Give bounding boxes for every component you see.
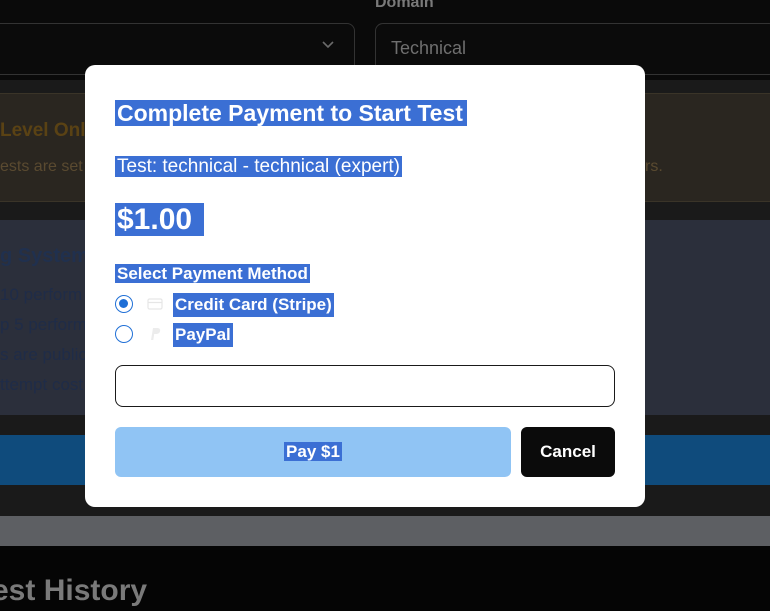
payment-method-label: Select Payment Method bbox=[115, 262, 310, 286]
modal-title: Complete Payment to Start Test bbox=[115, 96, 467, 130]
credit-card-label[interactable]: Credit Card (Stripe) bbox=[173, 293, 334, 317]
paypal-icon bbox=[151, 328, 161, 340]
ranking-line: 10 perform bbox=[0, 285, 83, 304]
ranking-title: g System bbox=[0, 245, 89, 267]
card-details-input[interactable] bbox=[115, 365, 615, 407]
domain-label: Domain bbox=[375, 0, 434, 11]
price-text: $1.00 bbox=[115, 203, 205, 236]
credit-card-icon bbox=[147, 298, 163, 310]
ranking-line: s are public bbox=[0, 345, 87, 364]
price: $1.00 bbox=[115, 200, 205, 240]
notice-title: Level Only bbox=[0, 120, 97, 141]
test-info-text: Test: technical - technical (expert) bbox=[115, 156, 403, 177]
paypal-label[interactable]: PayPal bbox=[173, 323, 233, 347]
payment-method-label-text: Select Payment Method bbox=[115, 264, 310, 283]
divider-band bbox=[0, 516, 770, 546]
modal-title-text: Complete Payment to Start Test bbox=[115, 100, 467, 126]
payment-modal: Complete Payment to Start Test Test: tec… bbox=[85, 65, 645, 507]
pay-button-label: Pay $1 bbox=[284, 442, 342, 461]
ranking-line: p 5 perform bbox=[0, 315, 87, 334]
paypal-radio[interactable] bbox=[115, 325, 133, 343]
credit-card-radio[interactable] bbox=[115, 295, 133, 313]
pay-button[interactable]: Pay $1 bbox=[115, 427, 511, 477]
test-info: Test: technical - technical (expert) bbox=[115, 153, 403, 181]
ranking-line: ttempt cost bbox=[0, 375, 84, 394]
domain-select-value: Technical bbox=[391, 38, 467, 58]
chevron-down-icon bbox=[322, 41, 334, 49]
notice-text: ests are set bbox=[0, 158, 83, 175]
notice-text-end: rs. bbox=[645, 158, 663, 175]
history-title: est History bbox=[0, 574, 148, 607]
cancel-button[interactable]: Cancel bbox=[521, 427, 615, 477]
